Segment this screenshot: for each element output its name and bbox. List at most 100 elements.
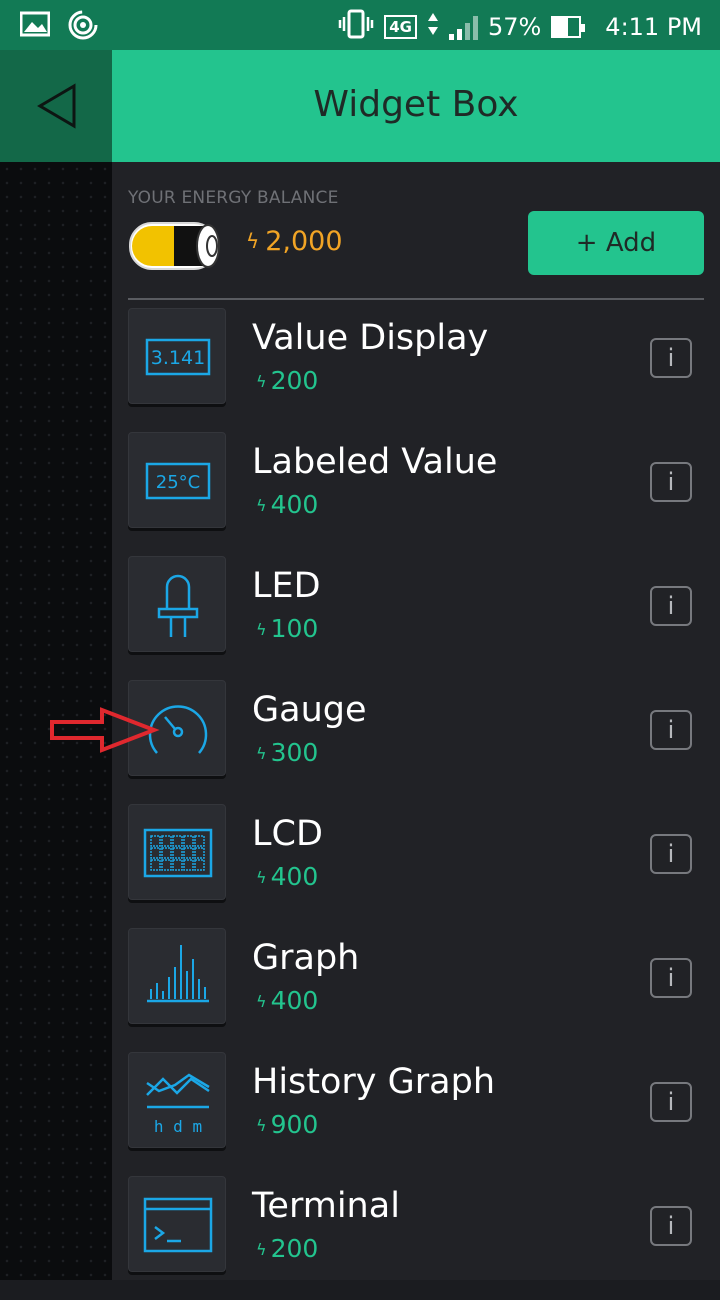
energy-balance-label: YOUR ENERGY BALANCE <box>128 188 339 208</box>
led-tile[interactable] <box>128 556 226 652</box>
lcd-cell <box>183 859 194 871</box>
lcd-cell <box>161 835 172 847</box>
gallery-notification-icon <box>19 10 51 44</box>
cost-value: 400 <box>270 862 319 891</box>
battery-icon <box>551 16 586 38</box>
signal-strength-icon <box>448 14 478 40</box>
cost-bolt-icon: ϟ <box>256 868 267 887</box>
cost-value: 400 <box>270 490 319 519</box>
widget-name: Terminal <box>252 1186 400 1226</box>
history-graph-icon-text: h d m <box>154 1117 202 1136</box>
widget-cost: ϟ 400 <box>256 862 318 891</box>
widget-item-led[interactable]: LED ϟ 100 i <box>128 556 704 680</box>
widget-item-history-graph[interactable]: h d m History Graph ϟ 900 i <box>128 1052 704 1176</box>
widget-name: LCD <box>252 814 323 854</box>
widget-cost: ϟ 100 <box>256 614 318 643</box>
lcd-cell <box>150 859 161 871</box>
cost-bolt-icon: ϟ <box>256 372 267 391</box>
energy-amount: 2,000 <box>265 226 343 257</box>
hotspot-icon <box>68 10 98 44</box>
widget-name: Gauge <box>252 690 367 730</box>
cost-bolt-icon: ϟ <box>256 1240 267 1259</box>
clock: 4:11 PM <box>605 13 702 41</box>
cost-bolt-icon: ϟ <box>256 744 267 763</box>
annotation-arrow-icon <box>50 707 160 753</box>
widget-name: Labeled Value <box>252 442 498 482</box>
widget-name: Value Display <box>252 318 489 358</box>
info-button[interactable]: i <box>650 1206 692 1246</box>
lcd-cell <box>161 859 172 871</box>
cost-value: 900 <box>270 1110 319 1139</box>
value-display-tile[interactable]: 3.141 <box>128 308 226 404</box>
graph-icon <box>147 945 209 1003</box>
add-energy-button[interactable]: + Add <box>528 211 704 275</box>
divider <box>128 298 704 300</box>
lcd-cell <box>150 847 161 859</box>
lcd-cell <box>172 835 183 847</box>
widget-item-lcd[interactable]: LCD ϟ 400 i <box>128 804 704 928</box>
energy-balance-value: ϟ 2,000 <box>246 226 343 257</box>
dashboard-canvas <box>0 50 112 1280</box>
lcd-cell <box>150 835 161 847</box>
led-icon <box>157 574 199 637</box>
value-display-icon: 3.141 <box>145 338 211 376</box>
lcd-tile[interactable] <box>128 804 226 900</box>
cost-value: 200 <box>270 366 319 395</box>
widget-item-labeled-value[interactable]: 25°C Labeled Value ϟ 400 i <box>128 432 704 556</box>
widget-name: Graph <box>252 938 360 978</box>
cost-bolt-icon: ϟ <box>256 992 267 1011</box>
info-button[interactable]: i <box>650 586 692 626</box>
widget-name: LED <box>252 566 321 606</box>
energy-battery-icon <box>129 222 220 270</box>
cost-value: 300 <box>270 738 319 767</box>
widget-box-header: Widget Box <box>112 50 720 162</box>
data-activity-icon <box>427 11 439 43</box>
status-bar: 4G 57% 4:11 PM <box>0 0 720 50</box>
lcd-cell <box>161 847 172 859</box>
lcd-cell <box>194 859 205 871</box>
labeled-value-tile[interactable]: 25°C <box>128 432 226 528</box>
energy-bolt-icon: ϟ <box>246 229 260 253</box>
battery-percent: 57% <box>487 13 542 41</box>
terminal-icon <box>143 1197 213 1253</box>
info-button[interactable]: i <box>650 338 692 378</box>
widget-cost: ϟ 400 <box>256 490 318 519</box>
lcd-cell <box>172 859 183 871</box>
lcd-cell <box>183 847 194 859</box>
info-button[interactable]: i <box>650 710 692 750</box>
lcd-icon <box>143 828 213 878</box>
info-button[interactable]: i <box>650 462 692 502</box>
history-graph-tile[interactable]: h d m <box>128 1052 226 1148</box>
terminal-tile[interactable] <box>128 1176 226 1272</box>
cost-value: 400 <box>270 986 319 1015</box>
info-button[interactable]: i <box>650 834 692 874</box>
widget-item-gauge[interactable]: Gauge ϟ 300 i <box>128 680 704 804</box>
widget-item-graph[interactable]: Graph ϟ 400 i <box>128 928 704 1052</box>
widget-box-panel: YOUR ENERGY BALANCE ϟ 2,000 + Add 3.141 V… <box>112 162 720 1280</box>
labeled-value-icon: 25°C <box>145 462 211 500</box>
widget-item-terminal[interactable]: Terminal ϟ 200 i <box>128 1176 704 1300</box>
info-button[interactable]: i <box>650 1082 692 1122</box>
widget-cost: ϟ 400 <box>256 986 318 1015</box>
lcd-cell <box>194 835 205 847</box>
info-button[interactable]: i <box>650 958 692 998</box>
widget-cost: ϟ 900 <box>256 1110 318 1139</box>
labeled-value-icon-text: 25°C <box>156 472 200 493</box>
cost-bolt-icon: ϟ <box>256 620 267 639</box>
back-button[interactable] <box>0 50 112 162</box>
widget-cost: ϟ 200 <box>256 366 318 395</box>
value-display-icon-text: 3.141 <box>151 347 205 369</box>
cost-bolt-icon: ϟ <box>256 1116 267 1135</box>
widget-cost: ϟ 300 <box>256 738 318 767</box>
back-arrow-icon <box>37 83 76 129</box>
lcd-cell <box>194 847 205 859</box>
lcd-cell <box>183 835 194 847</box>
cost-value: 100 <box>270 614 319 643</box>
vibrate-icon <box>338 9 374 45</box>
graph-tile[interactable] <box>128 928 226 1024</box>
cost-bolt-icon: ϟ <box>256 496 267 515</box>
network-type-badge: 4G <box>384 15 417 39</box>
history-graph-icon: h d m <box>146 1073 210 1136</box>
widget-item-value-display[interactable]: 3.141 Value Display ϟ 200 i <box>128 308 704 432</box>
widget-cost: ϟ 200 <box>256 1234 318 1263</box>
